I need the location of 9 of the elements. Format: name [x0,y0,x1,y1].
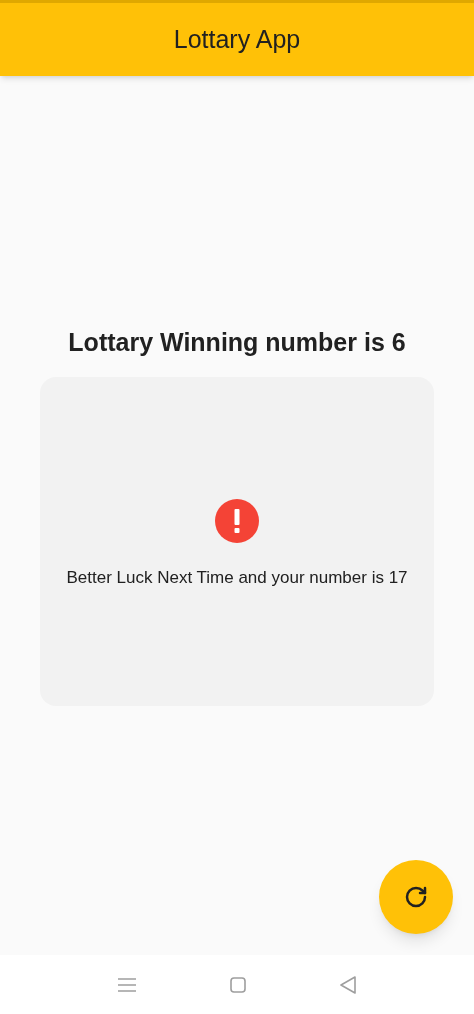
app-title: Lottary App [173,23,301,55]
result-message: Better Luck Next Time and your number is 17 [66,567,408,589]
refresh-button[interactable] [379,860,453,934]
home-icon[interactable] [230,976,246,993]
menu-icon[interactable] [118,977,136,992]
refresh-icon [404,885,428,909]
back-icon[interactable] [340,975,356,994]
error-icon [215,499,259,543]
heading: Lottary Winning number is 6 [68,327,406,357]
